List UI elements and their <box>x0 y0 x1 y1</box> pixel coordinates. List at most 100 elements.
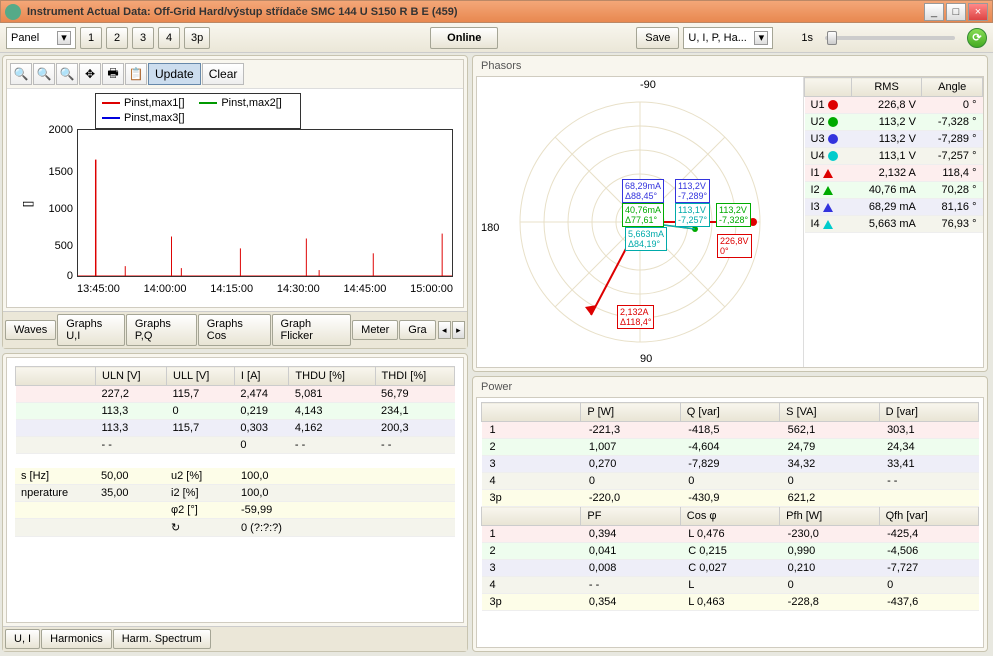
table-cell: 200,3 <box>375 420 454 437</box>
zoom-in-icon[interactable]: 🔍 <box>33 63 55 85</box>
interval-slider[interactable] <box>825 36 955 40</box>
online-button[interactable]: Online <box>430 27 498 49</box>
tab-scroll-right[interactable]: ▸ <box>452 321 465 339</box>
chart-legend: Pinst,max1[] Pinst,max2[] Pinst,max3[] <box>95 93 301 129</box>
page-1-button[interactable]: 1 <box>80 27 102 49</box>
table-cell: 50,00 <box>95 468 165 485</box>
table-cell: 4,162 <box>289 420 375 437</box>
table-cell <box>95 502 165 519</box>
table-cell: 100,0 <box>235 485 414 502</box>
table-cell: - - <box>289 437 375 454</box>
power-table: P [W]Q [var]S [VA]D [var]1-221,3-418,556… <box>481 402 979 611</box>
table-row: I3 68,29 mA81,16 ° <box>805 199 983 216</box>
table-cell: 4,143 <box>289 403 375 420</box>
page-3-button[interactable]: 3 <box>132 27 154 49</box>
table-cell: 56,79 <box>375 386 454 403</box>
phasor-annotation: 113,2V-7,328° <box>716 203 751 227</box>
main-toolbar: Panel▾ 1 2 3 4 3p Online Save U, I, P, H… <box>0 23 993 53</box>
table-cell: 113,3 <box>96 420 167 437</box>
page-4-button[interactable]: 4 <box>158 27 180 49</box>
angle-label: -90 <box>640 79 656 91</box>
table-row: 4- -L00 <box>482 577 979 594</box>
tab-more[interactable]: Gra <box>399 320 435 340</box>
table-row: 3p0,354L 0,463-228,8-437,6 <box>482 594 979 611</box>
clear-button[interactable]: Clear <box>202 63 245 85</box>
tab-scroll-left[interactable]: ◂ <box>438 321 451 339</box>
copy-icon[interactable]: 📋 <box>125 63 147 85</box>
save-button[interactable]: Save <box>636 27 679 49</box>
maximize-button[interactable]: □ <box>946 3 966 21</box>
ui-tabs: U, I Harmonics Harm. Spectrum <box>3 626 467 651</box>
table-cell: φ2 [°] <box>165 502 235 519</box>
phasor-diagram: -90 180 90 68,29mAΔ88,45°113,2V-7,289°40… <box>477 77 803 367</box>
tab-graphs-ui[interactable]: Graphs U,I <box>57 314 125 346</box>
window-title: Instrument Actual Data: Off-Grid Hard/vý… <box>27 6 922 18</box>
phasor-annotation: 68,29mAΔ88,45° <box>622 179 664 203</box>
table-row: I2 40,76 mA70,28 ° <box>805 182 983 199</box>
zoom-out-icon[interactable]: 🔍 <box>10 63 32 85</box>
tab-ui[interactable]: U, I <box>5 629 40 649</box>
trend-chart[interactable]: Pinst,max1[] Pinst,max2[] Pinst,max3[] [… <box>7 89 463 307</box>
table-cell: 100,0 <box>235 468 414 485</box>
table-cell: 0 <box>167 403 235 420</box>
table-cell: 0 (?:?:?) <box>235 519 414 537</box>
table-cell: 5,081 <box>289 386 375 403</box>
table-cell <box>167 437 235 454</box>
table-row: 3p-220,0-430,9621,2 <box>482 490 979 507</box>
print-icon[interactable]: 🖶 <box>102 63 124 85</box>
table-cell: -59,99 <box>235 502 414 519</box>
tab-harmonics[interactable]: Harmonics <box>41 629 112 649</box>
cursor-icon[interactable]: ✥ <box>79 63 101 85</box>
table-cell: 115,7 <box>167 420 235 437</box>
table-cell: 0,303 <box>234 420 288 437</box>
phasor-annotation: 113,1V-7,257° <box>675 203 710 227</box>
page-2-button[interactable]: 2 <box>106 27 128 49</box>
table-cell <box>15 519 95 537</box>
legend-item: Pinst,max1[] <box>124 97 185 109</box>
phasor-annotation: 2,132AΔ118,4° <box>617 305 654 329</box>
plot-area <box>77 129 453 277</box>
phasor-annotation: 40,76mAΔ77,61° <box>622 203 664 227</box>
ui-extra-table: s [Hz]50,00u2 [%]100,0nperature35,00i2 [… <box>15 468 455 537</box>
angle-label: 90 <box>640 353 652 365</box>
table-cell: 113,3 <box>96 403 167 420</box>
tab-graphs-cos[interactable]: Graphs Cos <box>198 314 271 346</box>
table-cell: u2 [%] <box>165 468 235 485</box>
table-cell <box>95 519 165 537</box>
y-axis-label: [] <box>22 201 34 207</box>
table-row: 1-221,3-418,5562,1303,1 <box>482 422 979 439</box>
tab-harm-spectrum[interactable]: Harm. Spectrum <box>113 629 211 649</box>
update-button[interactable]: Update <box>148 63 201 85</box>
minimize-button[interactable]: _ <box>924 3 944 21</box>
tab-graphs-pq[interactable]: Graphs P,Q <box>126 314 197 346</box>
table-cell: s [Hz] <box>15 468 95 485</box>
refresh-icon[interactable]: ⟳ <box>967 28 987 48</box>
table-cell: 234,1 <box>375 403 454 420</box>
tab-waves[interactable]: Waves <box>5 320 56 340</box>
table-cell: - - <box>96 437 167 454</box>
zoom-y-icon[interactable]: 🔍 <box>56 63 78 85</box>
table-row: U3 113,2 V-7,289 ° <box>805 131 983 148</box>
table-cell: nperature <box>15 485 95 502</box>
legend-item: Pinst,max3[] <box>124 112 185 124</box>
page-3p-button[interactable]: 3p <box>184 27 210 49</box>
tab-meter[interactable]: Meter <box>352 320 398 340</box>
table-row: 30,008C 0,0270,210-7,727 <box>482 560 979 577</box>
table-cell: - - <box>375 437 454 454</box>
x-axis: 13:45:0014:00:0014:15:0014:30:0014:45:00… <box>77 283 453 295</box>
interval-label: 1s <box>801 32 813 44</box>
table-row: U1 226,8 V0 ° <box>805 97 983 114</box>
table-row: 10,394L 0,476-230,0-425,4 <box>482 526 979 543</box>
measure-select[interactable]: U, I, P, Ha...▾ <box>683 27 773 49</box>
table-row: U4 113,1 V-7,257 ° <box>805 148 983 165</box>
table-row: 20,041C 0,2150,990-4,506 <box>482 543 979 560</box>
close-button[interactable]: × <box>968 3 988 21</box>
table-cell: 227,2 <box>96 386 167 403</box>
table-cell: 115,7 <box>167 386 235 403</box>
titlebar: Instrument Actual Data: Off-Grid Hard/vý… <box>0 0 993 23</box>
table-row: 21,007-4,60424,7924,34 <box>482 439 979 456</box>
ui-table: ULN [V]ULL [V]I [A]THDU [%]THDI [%]227,2… <box>15 366 455 454</box>
panel-select[interactable]: Panel▾ <box>6 27 76 49</box>
tab-flicker[interactable]: Graph Flicker <box>272 314 352 346</box>
slider-thumb[interactable] <box>827 31 837 45</box>
